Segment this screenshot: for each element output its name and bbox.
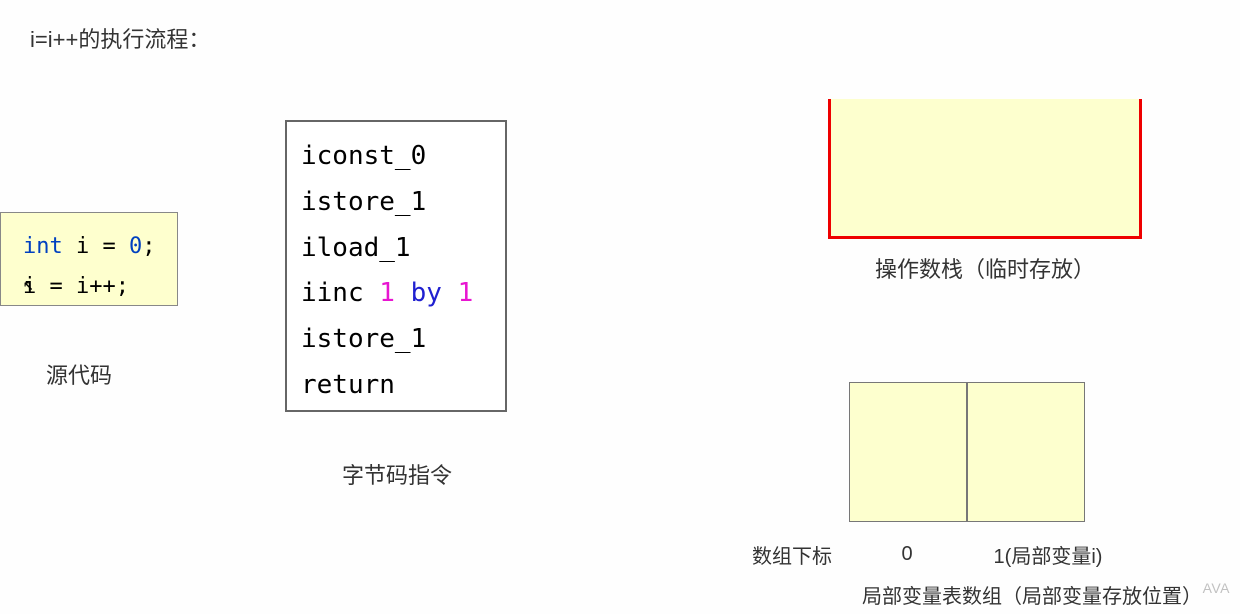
src-semicolon: ; (142, 234, 155, 259)
source-label: 源代码 (46, 358, 112, 390)
watermark-text: AVA (1203, 580, 1230, 596)
bytecode-line: return (301, 363, 491, 409)
source-line-2: i = i++; (23, 267, 167, 307)
lvt-index-row: 数组下标 0 1(局部变量i) (752, 540, 1130, 569)
lvt-index-label: 数组下标 (752, 540, 848, 569)
iinc-arg2: 1 (458, 278, 474, 308)
op-iinc: iinc (301, 278, 379, 308)
keyword-int: int (23, 234, 63, 259)
bytecode-line: iinc 1 by 1 (301, 271, 491, 317)
bytecode-line: istore_1 (301, 317, 491, 363)
local-var-table (849, 382, 1085, 522)
lvt-cell-0 (849, 382, 967, 522)
bytecode-label: 字节码指令 (342, 458, 452, 490)
bytecode-line: istore_1 (301, 180, 491, 226)
iinc-by: by (395, 278, 458, 308)
diagram-title: i=i++的执行流程： (30, 22, 210, 54)
operand-stack-label: 操作数栈（临时存放） (875, 252, 1095, 284)
literal-zero: 0 (129, 234, 142, 259)
lvt-index-0: 0 (848, 543, 966, 566)
cursor-icon: ↖ (23, 269, 34, 301)
src-text: i = (63, 234, 129, 259)
local-var-table-label: 局部变量表数组（局部变量存放位置） (862, 580, 1202, 609)
lvt-index-1: 1(局部变量i) (966, 540, 1130, 569)
bytecode-box: iconst_0 istore_1 iload_1 iinc 1 by 1 is… (285, 120, 507, 412)
operand-stack-box (828, 99, 1142, 239)
iinc-arg1: 1 (379, 278, 395, 308)
source-code-box: int i = 0; ↖ i = i++; (0, 212, 178, 306)
bytecode-line: iload_1 (301, 226, 491, 272)
lvt-cell-1 (967, 382, 1085, 522)
bytecode-line: iconst_0 (301, 134, 491, 180)
source-line-1: int i = 0; (23, 227, 167, 267)
